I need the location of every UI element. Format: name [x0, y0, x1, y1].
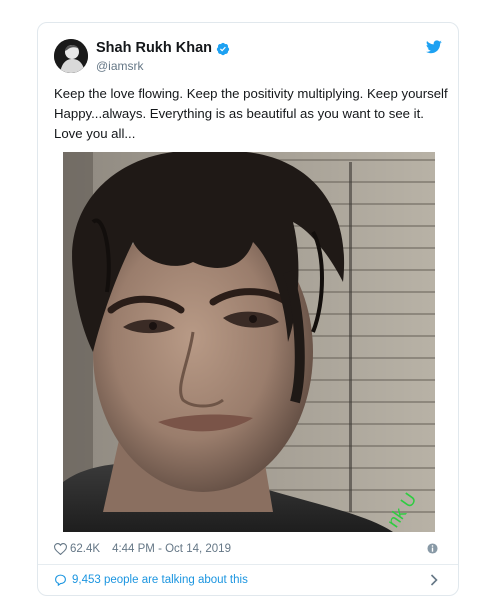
tweet-embed-card: Shah Rukh Khan @iamsrk Keep the love flo… — [37, 22, 459, 596]
talking-about-text[interactable]: 9,453 people are talking about this — [72, 574, 248, 586]
tweet-photo[interactable]: nk U — [63, 152, 435, 532]
footer-divider — [38, 564, 458, 565]
talking-about-link[interactable]: 9,453 people are talking about this — [54, 571, 442, 589]
heart-icon[interactable] — [54, 543, 67, 555]
info-icon[interactable] — [427, 543, 438, 554]
verified-badge-icon — [216, 42, 230, 55]
tweet-timestamp[interactable]: 4:44 PM - Oct 14, 2019 — [112, 543, 231, 555]
twitter-bird-icon[interactable] — [426, 40, 442, 54]
avatar-image — [54, 39, 88, 73]
chat-bubble-icon — [55, 574, 66, 586]
author-block: Shah Rukh Khan @iamsrk — [96, 40, 230, 74]
avatar[interactable] — [54, 39, 88, 73]
tweet-footer: 62.4K 4:44 PM - Oct 14, 2019 — [54, 541, 442, 557]
chevron-right-icon[interactable] — [430, 574, 438, 586]
tweet-header: Shah Rukh Khan @iamsrk — [54, 39, 442, 75]
like-count[interactable]: 62.4K — [70, 543, 100, 555]
author-name[interactable]: Shah Rukh Khan — [96, 40, 212, 57]
author-handle[interactable]: @iamsrk — [96, 59, 230, 74]
portrait-photo: nk U — [63, 152, 435, 532]
author-name-row: Shah Rukh Khan — [96, 40, 230, 57]
tweet-text: Keep the love flowing. Keep the positivi… — [54, 86, 448, 141]
